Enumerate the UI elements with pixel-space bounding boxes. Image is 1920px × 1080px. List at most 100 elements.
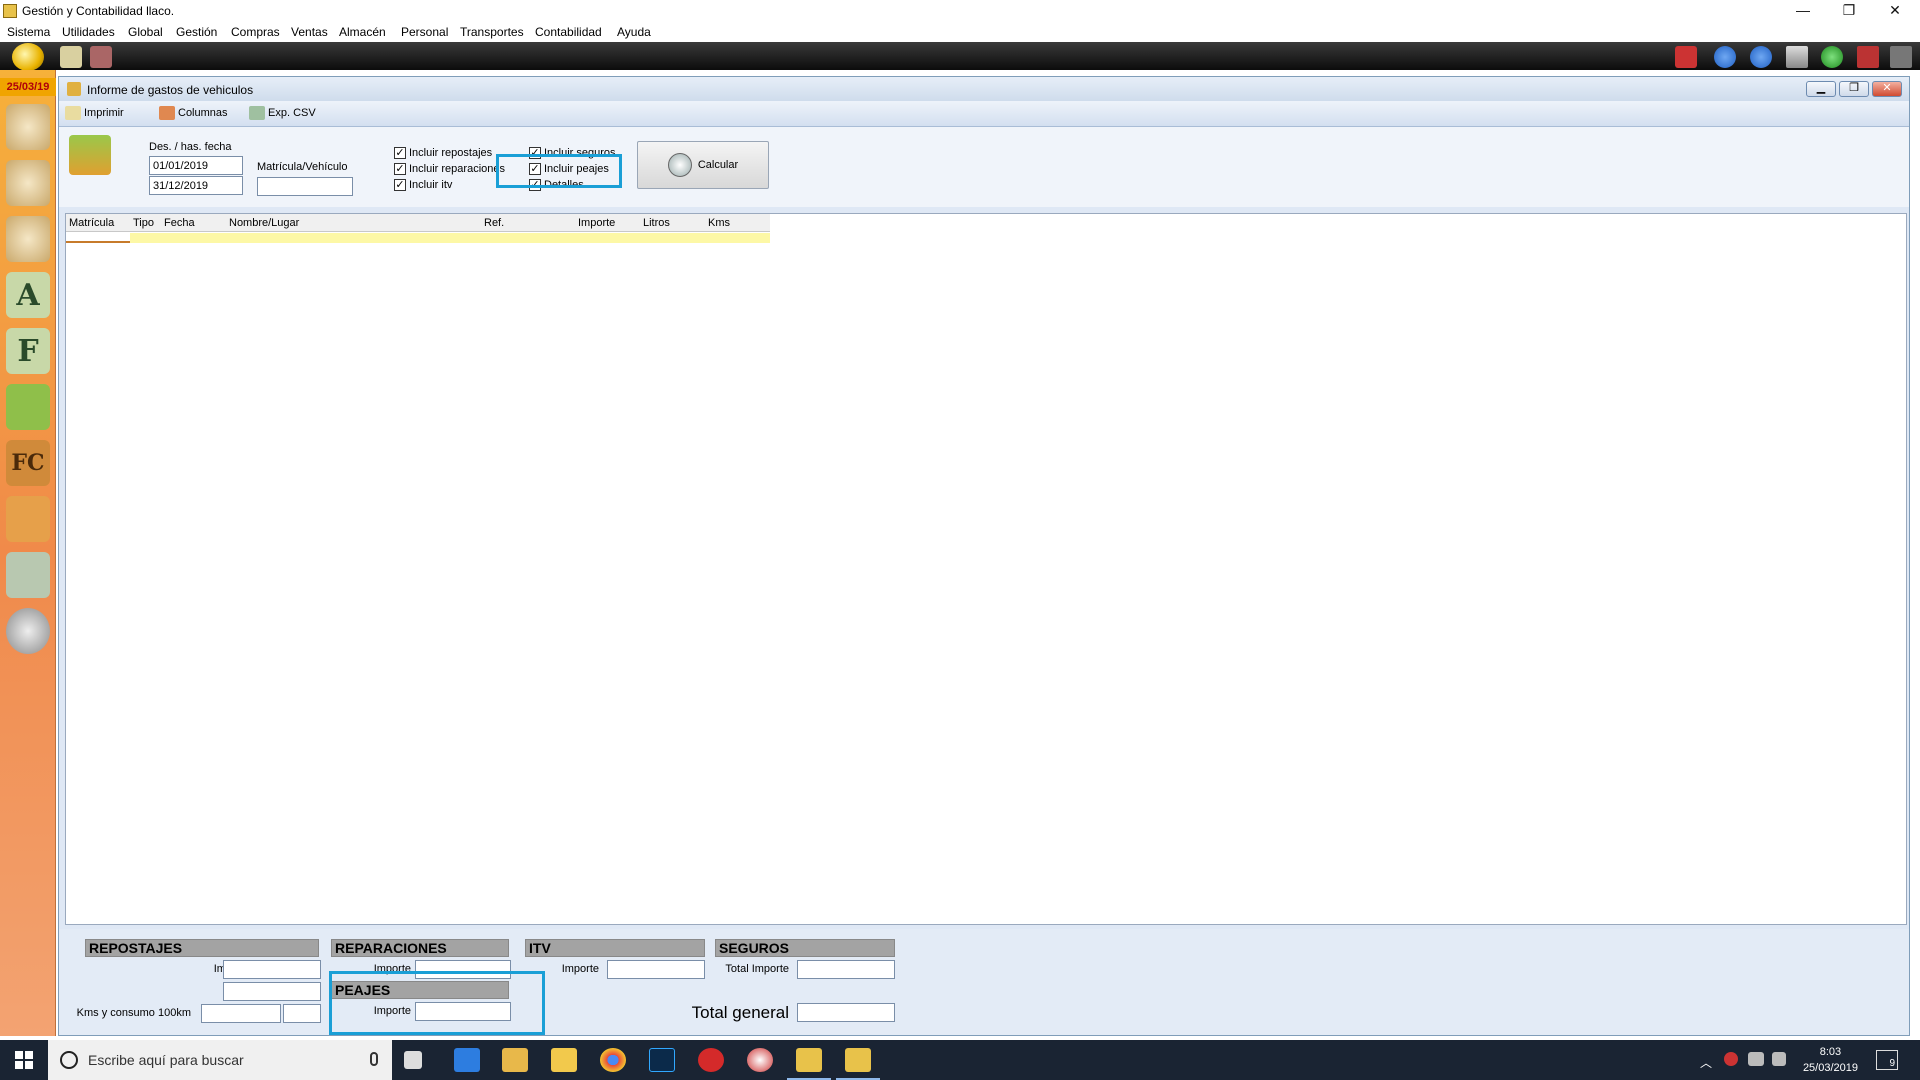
network-icon[interactable] <box>1748 1052 1764 1066</box>
repostajes-kms-label: Kms y consumo 100km <box>76 1007 191 1019</box>
fc-icon[interactable]: FC <box>6 440 50 486</box>
calendar-icon[interactable] <box>1675 46 1697 68</box>
search-placeholder: Escribe aquí para buscar <box>88 1052 244 1068</box>
llaco-icon-1[interactable] <box>796 1048 822 1072</box>
help-icon[interactable] <box>1821 46 1843 68</box>
repostajes-kms-field[interactable] <box>201 1004 281 1023</box>
notification-count: 9 <box>1889 1058 1895 1069</box>
llaco-icon-2[interactable] <box>845 1048 871 1072</box>
app-title: Gestión y Contabilidad llaco. <box>22 4 175 18</box>
task-view-icon[interactable] <box>404 1051 422 1069</box>
users-icon[interactable] <box>6 104 50 150</box>
col-kms[interactable]: Kms <box>708 217 730 229</box>
check-repostajes[interactable]: ✓ Incluir repostajes <box>394 147 492 159</box>
expenses-grid[interactable]: Matrícula Tipo Fecha Nombre/Lugar Ref. I… <box>65 213 1907 925</box>
window-restore-button[interactable]: ❐ <box>1839 81 1869 97</box>
itv-importe-label: Importe <box>561 963 599 975</box>
itv-importe-field[interactable] <box>607 960 705 979</box>
close-button[interactable]: ✕ <box>1872 0 1918 22</box>
letter-a-icon[interactable]: A <box>6 272 50 318</box>
menu-transportes[interactable]: Transportes <box>460 25 524 39</box>
chevron-up-icon[interactable]: ︿ <box>1700 1054 1712 1070</box>
clock[interactable]: 8:03 25/03/2019 <box>1803 1044 1858 1076</box>
calculate-button[interactable]: Calcular <box>637 141 769 189</box>
notification-center-icon[interactable]: 9 <box>1876 1050 1898 1070</box>
highlight-peajes-checkbox <box>496 154 622 188</box>
menu-utilidades[interactable]: Utilidades <box>62 25 115 39</box>
vehicle-field[interactable] <box>257 177 353 196</box>
menu-global[interactable]: Global <box>128 25 163 39</box>
edge-icon[interactable] <box>454 1048 480 1072</box>
date-to-field[interactable] <box>149 176 243 195</box>
window-minimize-button[interactable]: ▁ <box>1806 81 1836 97</box>
car-icon <box>69 135 111 175</box>
col-importe[interactable]: Importe <box>578 217 615 229</box>
columns-icon <box>159 106 175 120</box>
ledger-icon[interactable] <box>6 552 50 598</box>
start-button[interactable] <box>0 1040 48 1080</box>
check-repostajes-label: Incluir repostajes <box>409 147 493 159</box>
list-icon[interactable] <box>1786 46 1808 68</box>
volume-icon[interactable] <box>1772 1052 1786 1066</box>
check-itv[interactable]: ✓ Incluir itv <box>394 179 452 191</box>
tray-app-icon[interactable] <box>1724 1052 1738 1066</box>
calculate-label: Calcular <box>697 159 739 171</box>
forward-arrow-icon[interactable] <box>1750 46 1772 68</box>
menu-compras[interactable]: Compras <box>231 25 280 39</box>
col-nombre-lugar[interactable]: Nombre/Lugar <box>229 217 299 229</box>
check-itv-label: Incluir itv <box>409 179 453 191</box>
letter-f-icon[interactable]: F <box>6 328 50 374</box>
minimize-button[interactable]: — <box>1780 0 1826 22</box>
repostajes-litros-field[interactable] <box>223 982 321 1001</box>
col-tipo[interactable]: Tipo <box>133 217 154 229</box>
chrome-icon[interactable] <box>600 1048 626 1072</box>
total-general-label: Total general <box>691 1003 789 1022</box>
orb-icon[interactable] <box>12 43 44 71</box>
close-doc-icon[interactable] <box>1857 46 1879 68</box>
disc-tools-icon[interactable] <box>6 608 50 654</box>
menu-personal[interactable]: Personal <box>401 25 448 39</box>
date-from-field[interactable] <box>149 156 243 175</box>
col-ref[interactable]: Ref. <box>484 217 504 229</box>
grid-empty-row[interactable] <box>130 233 770 243</box>
folder-green-icon[interactable] <box>6 384 50 430</box>
user-icon[interactable] <box>6 160 50 206</box>
menu-almacen[interactable]: Almacén <box>339 25 386 39</box>
col-fecha[interactable]: Fecha <box>164 217 195 229</box>
columns-button[interactable]: Columnas <box>159 106 228 120</box>
window-close-button[interactable]: ✕ <box>1872 81 1902 97</box>
export-csv-button[interactable]: Exp. CSV <box>249 106 316 120</box>
repostajes-importe-field[interactable] <box>223 960 321 979</box>
col-litros[interactable]: Litros <box>643 217 670 229</box>
app-red-icon[interactable] <box>747 1048 773 1072</box>
microphone-icon[interactable] <box>370 1052 378 1066</box>
menu-gestion[interactable]: Gestión <box>176 25 217 39</box>
repostajes-consumo-field[interactable] <box>283 1004 321 1023</box>
seguros-total-importe-field[interactable] <box>797 960 895 979</box>
menu-ayuda[interactable]: Ayuda <box>617 25 651 39</box>
left-sidebar: 25/03/19 A F FC <box>0 70 56 1036</box>
total-general-field[interactable] <box>797 1003 895 1022</box>
dx-icon[interactable] <box>698 1048 724 1072</box>
folder-orange-icon[interactable] <box>6 496 50 542</box>
print-icon[interactable] <box>60 46 82 68</box>
taskbar-search[interactable]: Escribe aquí para buscar <box>48 1040 392 1080</box>
menu-sistema[interactable]: Sistema <box>7 25 50 39</box>
columns-label: Columnas <box>178 107 228 119</box>
restore-button[interactable]: ❐ <box>1826 0 1872 22</box>
calculator-icon <box>667 153 692 177</box>
reparaciones-header: REPARACIONES <box>331 939 509 957</box>
check-reparaciones[interactable]: ✓ Incluir reparaciones <box>394 163 505 175</box>
exit-icon[interactable] <box>1890 46 1912 68</box>
book-icon[interactable] <box>90 46 112 68</box>
menu-ventas[interactable]: Ventas <box>291 25 328 39</box>
col-matricula[interactable]: Matrícula <box>69 217 114 229</box>
mail-icon[interactable] <box>502 1048 528 1072</box>
grid-selected-cell[interactable] <box>66 233 130 243</box>
explorer-icon[interactable] <box>551 1048 577 1072</box>
user-a-icon[interactable] <box>6 216 50 262</box>
back-arrow-icon[interactable] <box>1714 46 1736 68</box>
menu-contabilidad[interactable]: Contabilidad <box>535 25 602 39</box>
photoshop-icon[interactable] <box>649 1048 675 1072</box>
print-button[interactable]: Imprimir <box>65 106 124 120</box>
